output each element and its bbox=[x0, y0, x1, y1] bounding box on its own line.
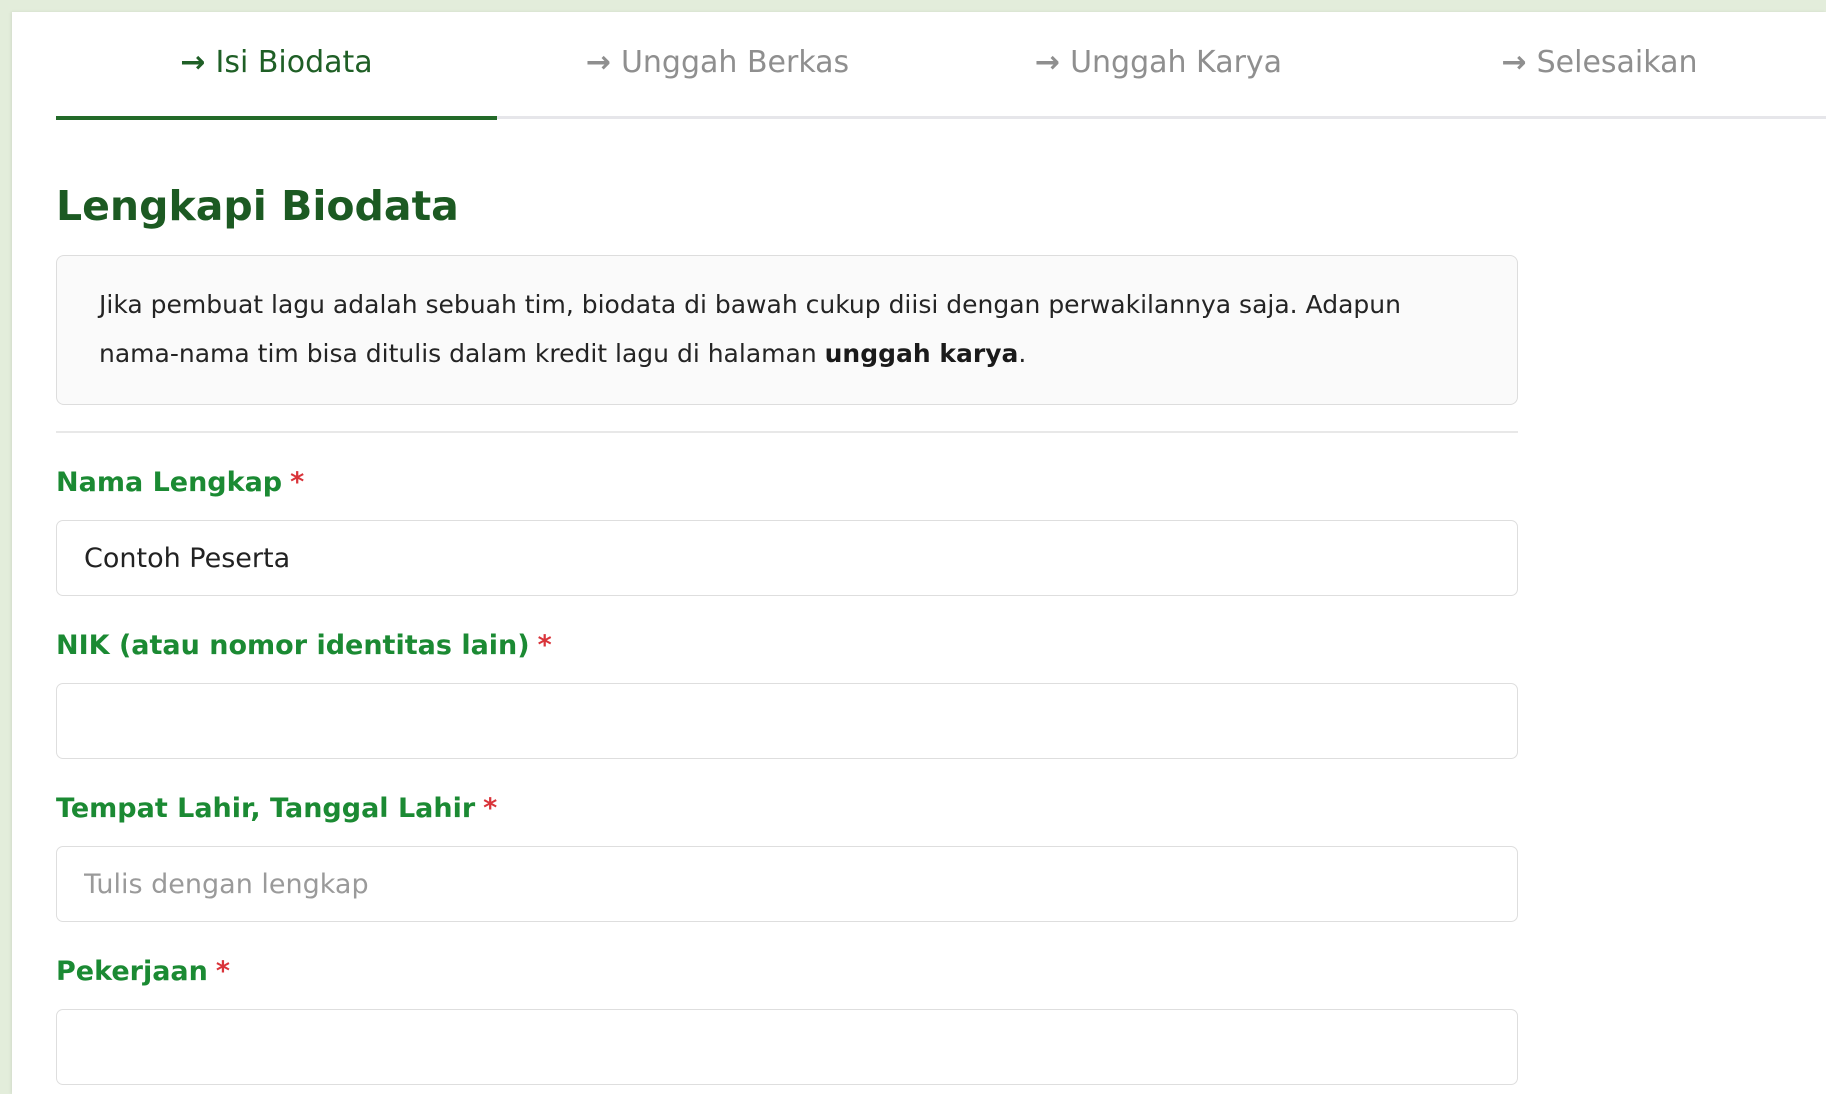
tab-label: Isi Biodata bbox=[215, 44, 373, 80]
page-title: Lengkapi Biodata bbox=[56, 182, 459, 230]
field-label-text: Pekerjaan bbox=[56, 956, 208, 987]
nama-lengkap-input[interactable] bbox=[56, 520, 1518, 596]
tab-unggah-berkas[interactable]: → Unggah Berkas bbox=[497, 12, 938, 120]
divider bbox=[56, 431, 1518, 433]
info-text: Jika pembuat lagu adalah sebuah tim, bio… bbox=[99, 290, 1401, 368]
form-content: Lengkapi Biodata Jika pembuat lagu adala… bbox=[56, 120, 1518, 1085]
pekerjaan-input[interactable] bbox=[56, 1009, 1518, 1085]
tempat-tanggal-lahir-input[interactable] bbox=[56, 846, 1518, 922]
tab-unggah-karya[interactable]: → Unggah Karya bbox=[938, 12, 1379, 120]
field-label: Tempat Lahir, Tanggal Lahir * bbox=[56, 789, 1518, 829]
tab-label: Unggah Karya bbox=[1070, 44, 1283, 80]
arrow-right-icon: → bbox=[1501, 44, 1527, 80]
arrow-right-icon: → bbox=[180, 44, 206, 80]
field-label-text: NIK (atau nomor identitas lain) bbox=[56, 630, 530, 661]
tab-selesaikan[interactable]: → Selesaikan bbox=[1379, 12, 1820, 120]
field-label-text: Tempat Lahir, Tanggal Lahir bbox=[56, 793, 476, 824]
field-label: Pekerjaan * bbox=[56, 952, 1518, 992]
field-label: Nama Lengkap * bbox=[56, 463, 1518, 503]
info-bold-text: unggah karya bbox=[824, 339, 1019, 368]
field-pekerjaan: Pekerjaan * bbox=[56, 952, 1518, 1085]
field-nik: NIK (atau nomor identitas lain) * bbox=[56, 626, 1518, 759]
field-label: NIK (atau nomor identitas lain) * bbox=[56, 626, 1518, 666]
field-tempat-tanggal-lahir: Tempat Lahir, Tanggal Lahir * bbox=[56, 789, 1518, 922]
tab-isi-biodata[interactable]: → Isi Biodata bbox=[56, 12, 497, 120]
arrow-right-icon: → bbox=[585, 44, 611, 80]
step-tabs: → Isi Biodata → Unggah Berkas → Unggah K… bbox=[56, 12, 1826, 120]
form-panel: → Isi Biodata → Unggah Berkas → Unggah K… bbox=[12, 12, 1826, 1094]
nik-input[interactable] bbox=[56, 683, 1518, 759]
tab-label: Unggah Berkas bbox=[620, 44, 850, 80]
arrow-right-icon: → bbox=[1034, 44, 1061, 80]
required-mark: * bbox=[290, 467, 305, 498]
tab-label: Selesaikan bbox=[1536, 44, 1698, 80]
field-nama-lengkap: Nama Lengkap * bbox=[56, 463, 1518, 596]
required-mark: * bbox=[483, 793, 498, 824]
required-mark: * bbox=[215, 956, 230, 987]
required-mark: * bbox=[537, 630, 552, 661]
info-note: Jika pembuat lagu adalah sebuah tim, bio… bbox=[56, 255, 1518, 405]
field-label-text: Nama Lengkap bbox=[56, 467, 283, 498]
info-text-end: . bbox=[1018, 339, 1027, 368]
